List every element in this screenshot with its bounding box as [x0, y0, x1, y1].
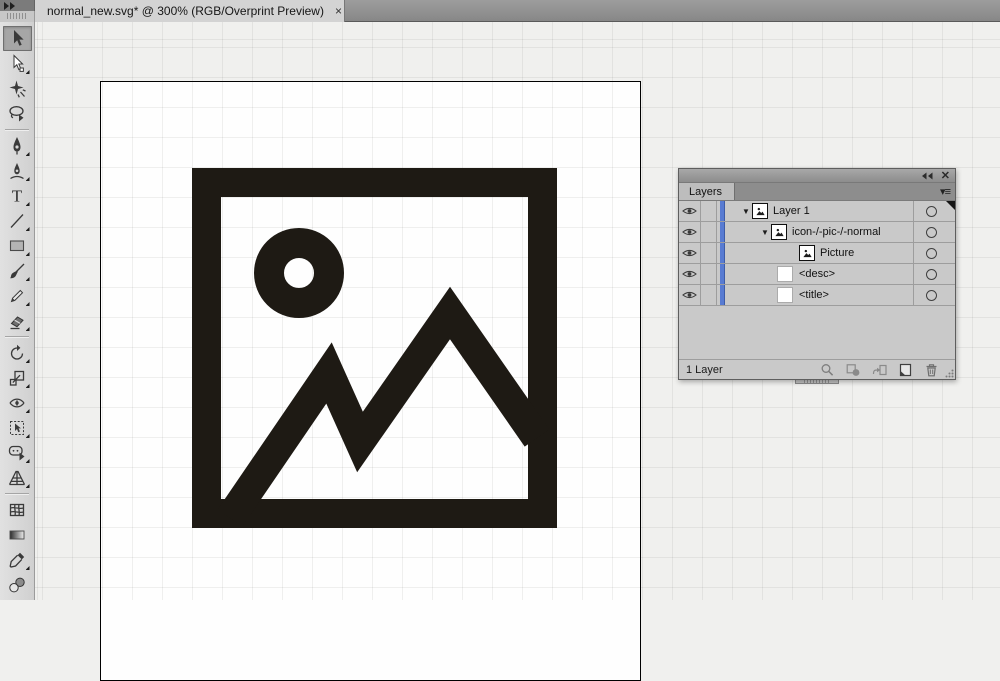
layer-name[interactable]: <title> — [799, 289, 829, 301]
dock-expand-button[interactable] — [0, 0, 35, 11]
magic-wand-tool[interactable] — [3, 76, 32, 101]
blank-thumbnail — [778, 267, 792, 281]
mountains — [230, 313, 537, 518]
mesh-tool[interactable] — [3, 497, 32, 522]
target-column — [913, 264, 955, 284]
pencil-tool[interactable] — [3, 283, 32, 308]
layers-panel: ✕ Layers ▾≡ ▼ Layer 1 — [678, 168, 956, 380]
layer-thumbnail[interactable] — [752, 203, 768, 219]
tab-close-icon[interactable]: × — [332, 5, 345, 17]
perspective-grid-tool[interactable] — [3, 465, 32, 490]
panel-close-icon[interactable]: ✕ — [941, 171, 950, 181]
eye-icon — [682, 227, 697, 237]
line-segment-tool[interactable] — [3, 208, 32, 233]
lock-toggle[interactable] — [701, 264, 717, 284]
target-circle[interactable] — [926, 206, 937, 217]
layers-list: ▼ Layer 1 ▼ — [679, 201, 955, 359]
width-tool[interactable] — [3, 390, 32, 415]
layer-thumbnail[interactable] — [799, 245, 815, 261]
active-layer-indicator — [946, 201, 955, 210]
lock-toggle[interactable] — [701, 222, 717, 242]
target-column — [913, 201, 955, 221]
gradient-tool[interactable] — [3, 522, 32, 547]
toolbar-divider — [5, 493, 29, 494]
layers-panel-titlebar[interactable]: ✕ — [679, 169, 955, 183]
target-circle[interactable] — [926, 290, 937, 301]
eye-icon — [682, 248, 697, 258]
lock-toggle[interactable] — [701, 201, 717, 221]
layers-tab-label: Layers — [689, 186, 722, 198]
eye-icon — [682, 206, 697, 216]
document-tab[interactable]: normal_new.svg* @ 300% (RGB/Overprint Pr… — [35, 0, 345, 22]
collapse-to-icons-icon[interactable] — [921, 172, 934, 180]
layer-row-desc[interactable]: <desc> — [679, 264, 955, 285]
locate-object-icon[interactable] — [820, 363, 835, 377]
target-circle[interactable] — [926, 227, 937, 238]
layer-thumbnail[interactable] — [771, 224, 787, 240]
type-tool[interactable]: T — [3, 183, 32, 208]
picture-icon-artwork[interactable] — [192, 168, 557, 528]
panel-resize-grip[interactable] — [945, 369, 954, 378]
target-circle[interactable] — [926, 248, 937, 259]
make-release-clipping-mask-icon[interactable] — [846, 363, 861, 377]
visibility-toggle[interactable] — [679, 243, 701, 263]
tools-panel: T — [0, 22, 35, 600]
eye-icon — [682, 269, 697, 279]
create-new-sublayer-icon[interactable] — [872, 363, 887, 377]
layer-name[interactable]: <desc> — [799, 268, 835, 280]
toolbar-divider — [5, 129, 29, 130]
expander-triangle[interactable]: ▼ — [740, 207, 752, 216]
layer-row-picture[interactable]: Picture — [679, 243, 955, 264]
panel-menu-icon[interactable]: ▾≡ — [940, 185, 950, 198]
sun-ring — [269, 243, 329, 303]
delete-selection-icon[interactable] — [924, 363, 939, 377]
curvature-pen-tool[interactable] — [3, 158, 32, 183]
pen-tool[interactable] — [3, 133, 32, 158]
target-column — [913, 222, 955, 242]
direct-selection-tool[interactable] — [3, 51, 32, 76]
eye-icon — [682, 290, 697, 300]
selection-tool[interactable] — [3, 26, 32, 51]
target-circle[interactable] — [926, 269, 937, 280]
lock-toggle[interactable] — [701, 243, 717, 263]
free-transform-tool[interactable] — [3, 415, 32, 440]
layer-name[interactable]: Picture — [820, 247, 854, 259]
rotate-tool[interactable] — [3, 340, 32, 365]
layer-row-layer-1[interactable]: ▼ Layer 1 — [679, 201, 955, 222]
visibility-toggle[interactable] — [679, 264, 701, 284]
target-column — [913, 243, 955, 263]
double-right-arrows-icon — [3, 1, 17, 11]
blank-thumbnail — [778, 288, 792, 302]
toolbar-divider — [5, 336, 29, 337]
eraser-tool[interactable] — [3, 308, 32, 333]
layer-count: 1 Layer — [679, 364, 820, 376]
visibility-toggle[interactable] — [679, 285, 701, 305]
illustrator-window: normal_new.svg* @ 300% (RGB/Overprint Pr… — [0, 0, 1000, 600]
blend-tool[interactable] — [3, 572, 32, 597]
lasso-tool[interactable] — [3, 101, 32, 126]
document-tab-bar: normal_new.svg* @ 300% (RGB/Overprint Pr… — [0, 0, 1000, 22]
create-new-layer-icon[interactable] — [898, 363, 913, 377]
lock-toggle[interactable] — [701, 285, 717, 305]
tab-layers[interactable]: Layers — [679, 183, 735, 200]
layer-name[interactable]: Layer 1 — [773, 205, 810, 217]
target-column — [913, 285, 955, 305]
document-tab-title: normal_new.svg* @ 300% (RGB/Overprint Pr… — [47, 4, 324, 18]
layers-panel-statusbar: 1 Layer — [679, 359, 955, 379]
scale-tool[interactable] — [3, 365, 32, 390]
layer-name[interactable]: icon-/-pic-/-normal — [792, 226, 881, 238]
eyedropper-tool[interactable] — [3, 547, 32, 572]
toolbar-drag-grip[interactable] — [0, 11, 35, 22]
shape-builder-tool[interactable] — [3, 440, 32, 465]
expander-triangle[interactable]: ▼ — [759, 228, 771, 237]
visibility-toggle[interactable] — [679, 201, 701, 221]
svg-text:T: T — [12, 186, 23, 205]
layers-panel-tabrow: Layers ▾≡ — [679, 183, 955, 201]
paintbrush-tool[interactable] — [3, 258, 32, 283]
layer-row-icon-pic-normal[interactable]: ▼ icon-/-pic-/-normal — [679, 222, 955, 243]
rectangle-tool[interactable] — [3, 233, 32, 258]
layer-row-title[interactable]: <title> — [679, 285, 955, 306]
visibility-toggle[interactable] — [679, 222, 701, 242]
